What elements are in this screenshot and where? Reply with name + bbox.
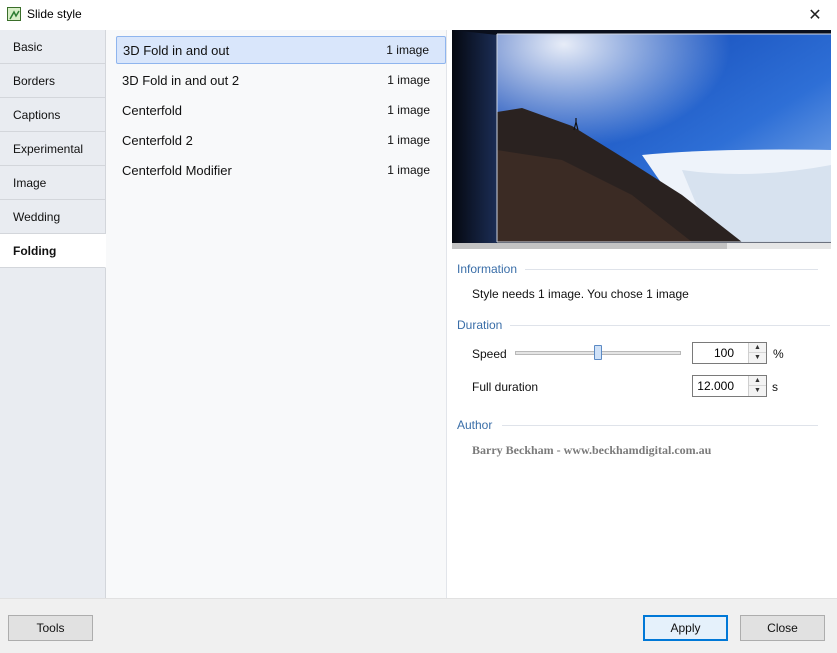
speed-label: Speed bbox=[472, 347, 507, 361]
list-item[interactable]: Centerfold 2 1 image bbox=[116, 126, 446, 154]
style-name: Centerfold 2 bbox=[122, 132, 193, 148]
speed-value[interactable]: 100 bbox=[693, 343, 748, 363]
slider-handle[interactable] bbox=[594, 345, 602, 360]
list-item[interactable]: 3D Fold in and out 2 1 image bbox=[116, 66, 446, 94]
close-button[interactable]: Close bbox=[740, 615, 825, 641]
scrollbar-thumb[interactable] bbox=[452, 243, 727, 249]
list-item[interactable]: 3D Fold in and out 1 image bbox=[116, 36, 446, 64]
style-name: Centerfold bbox=[122, 102, 182, 118]
tab-image[interactable]: Image bbox=[0, 166, 105, 200]
information-text: Style needs 1 image. You chose 1 image bbox=[472, 287, 689, 301]
style-name: 3D Fold in and out 2 bbox=[122, 72, 240, 88]
style-image-count: 1 image bbox=[387, 103, 430, 117]
style-name: Centerfold Modifier bbox=[122, 162, 232, 178]
chevron-up-icon[interactable]: ▲ bbox=[749, 376, 766, 386]
style-name: 3D Fold in and out bbox=[123, 42, 230, 58]
full-duration-unit: s bbox=[772, 380, 778, 394]
list-item[interactable]: Centerfold Modifier 1 image bbox=[116, 156, 446, 184]
full-duration-stepper[interactable]: 12.000 ▲ ▼ bbox=[692, 375, 767, 397]
title-bar: Slide style ✕ bbox=[0, 0, 837, 30]
section-heading-information: Information bbox=[457, 262, 818, 276]
speed-unit: % bbox=[773, 347, 784, 361]
list-item[interactable]: Centerfold 1 image bbox=[116, 96, 446, 124]
style-image-count: 1 image bbox=[387, 73, 430, 87]
app-icon bbox=[7, 7, 21, 21]
full-duration-value[interactable]: 12.000 bbox=[693, 376, 748, 396]
apply-button[interactable]: Apply bbox=[643, 615, 728, 641]
tab-captions[interactable]: Captions bbox=[0, 98, 105, 132]
style-image-count: 1 image bbox=[387, 163, 430, 177]
section-heading-author: Author bbox=[457, 418, 818, 432]
divider bbox=[525, 269, 818, 270]
spin-buttons: ▲ ▼ bbox=[748, 376, 766, 396]
speed-stepper[interactable]: 100 ▲ ▼ bbox=[692, 342, 767, 364]
style-image-count: 1 image bbox=[386, 43, 429, 57]
chevron-down-icon[interactable]: ▼ bbox=[749, 386, 766, 396]
chevron-up-icon[interactable]: ▲ bbox=[749, 343, 766, 353]
divider bbox=[510, 325, 830, 326]
tab-folding[interactable]: Folding bbox=[0, 234, 106, 268]
tab-wedding[interactable]: Wedding bbox=[0, 200, 105, 234]
speed-slider[interactable] bbox=[515, 345, 681, 360]
style-list: 3D Fold in and out 1 image 3D Fold in an… bbox=[106, 30, 447, 598]
window-title: Slide style bbox=[27, 7, 82, 21]
dialog-footer: Tools Apply Close bbox=[0, 598, 837, 653]
category-tabs: Basic Borders Captions Experimental Imag… bbox=[0, 30, 106, 598]
tab-borders[interactable]: Borders bbox=[0, 64, 105, 98]
tab-experimental[interactable]: Experimental bbox=[0, 132, 105, 166]
preview-image bbox=[452, 30, 831, 243]
author-text: Barry Beckham - www.beckhamdigital.com.a… bbox=[472, 443, 712, 457]
style-image-count: 1 image bbox=[387, 133, 430, 147]
close-icon[interactable]: ✕ bbox=[793, 0, 837, 30]
tab-basic[interactable]: Basic bbox=[0, 30, 105, 64]
spin-buttons: ▲ ▼ bbox=[748, 343, 766, 363]
divider bbox=[502, 425, 818, 426]
full-duration-label: Full duration bbox=[472, 380, 539, 394]
chevron-down-icon[interactable]: ▼ bbox=[749, 353, 766, 363]
preview-scrollbar[interactable] bbox=[452, 243, 831, 249]
tools-button[interactable]: Tools bbox=[8, 615, 93, 641]
section-heading-duration: Duration bbox=[457, 318, 830, 332]
